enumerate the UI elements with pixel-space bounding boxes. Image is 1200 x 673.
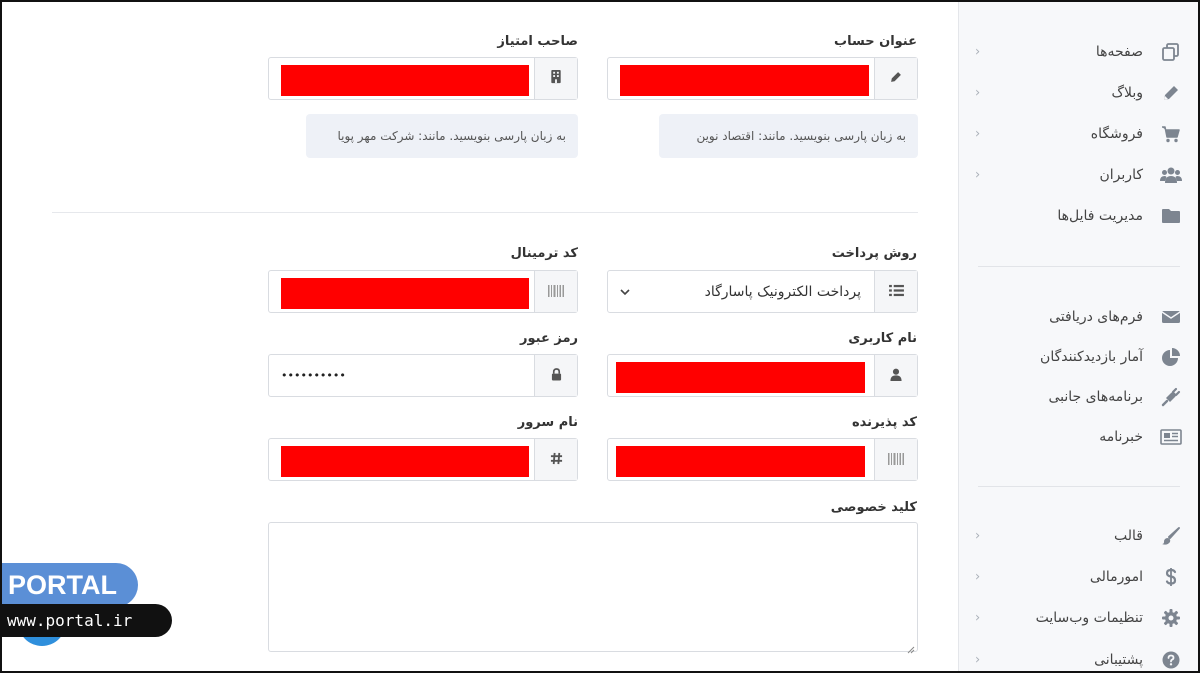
terminal-code-label: کد ترمینال xyxy=(510,246,578,261)
sidebar-item-label: قالب xyxy=(1114,528,1143,544)
server-name-addon xyxy=(534,439,577,480)
payment-method-select[interactable]: پرداخت الکترونیک پاسارگاد xyxy=(607,270,918,313)
pie-chart-icon xyxy=(1160,346,1182,368)
payment-method-value: پرداخت الکترونیک پاسارگاد xyxy=(704,283,861,300)
lock-icon xyxy=(551,366,562,385)
watermark-url: www.portal.ir xyxy=(0,604,172,637)
account-title-addon xyxy=(874,58,917,99)
sidebar-item-label: فروشگاه xyxy=(1090,126,1143,142)
username-addon xyxy=(874,355,917,396)
section-divider xyxy=(52,212,918,213)
merchant-code-addon xyxy=(874,439,917,480)
chevron-icon: › xyxy=(975,126,981,142)
folder-icon xyxy=(1160,205,1182,227)
password-addon xyxy=(534,355,577,396)
sidebar-item-finance[interactable]: › امورمالی xyxy=(959,557,1200,597)
sidebar-item-forms[interactable]: فرم‌های دریافتی xyxy=(959,297,1200,337)
username-input[interactable] xyxy=(607,354,918,397)
sidebar-item-label: فرم‌های دریافتی xyxy=(1049,309,1143,325)
server-name-label: نام سرور xyxy=(517,415,578,430)
barcode-icon xyxy=(548,282,564,301)
license-owner-hint: به زبان پارسی بنویسید. مانند: شرکت مهر پ… xyxy=(306,114,578,158)
sidebar-item-label: خبرنامه xyxy=(1099,429,1143,445)
question-icon xyxy=(1160,649,1182,671)
sidebar-item-support[interactable]: › پشتیبانی xyxy=(959,640,1200,673)
chevron-icon: › xyxy=(975,167,981,183)
redacted-value xyxy=(620,65,869,96)
password-label: رمز عبور xyxy=(520,331,578,346)
redacted-value xyxy=(616,446,865,477)
resize-handle-icon[interactable] xyxy=(905,639,915,654)
account-title-label: عنوان حساب xyxy=(834,34,917,49)
license-owner-input[interactable] xyxy=(268,57,578,100)
sidebar-divider xyxy=(978,266,1180,267)
sidebar-item-label: کاربران xyxy=(1099,167,1143,183)
sidebar-item-label: تنظیمات وب‌سایت xyxy=(1035,610,1143,626)
sidebar-item-label: برنامه‌های جانبی xyxy=(1048,389,1143,405)
private-key-label: کلید خصوصی xyxy=(830,500,917,515)
sidebar: › صفحه‌ها › وبلاگ › فروشگاه › کاربران مد… xyxy=(958,0,1200,673)
sidebar-item-blog[interactable]: › وبلاگ xyxy=(959,73,1200,113)
pencil-icon xyxy=(889,69,903,88)
list-icon xyxy=(888,282,904,301)
redacted-value xyxy=(281,446,529,477)
chevron-down-icon xyxy=(620,285,630,299)
chevron-icon: › xyxy=(975,569,981,585)
cart-icon xyxy=(1160,123,1182,145)
password-input[interactable]: •••••••••• xyxy=(268,354,578,397)
hash-icon xyxy=(550,450,563,469)
password-value: •••••••••• xyxy=(281,369,346,382)
sidebar-item-file-manager[interactable]: مدیریت فایل‌ها xyxy=(959,196,1200,236)
sidebar-item-label: امورمالی xyxy=(1089,569,1143,585)
server-name-input[interactable] xyxy=(268,438,578,481)
plug-icon xyxy=(1160,386,1182,408)
pages-icon xyxy=(1160,41,1182,63)
username-label: نام کاربری xyxy=(848,331,917,346)
sidebar-item-label: پشتیبانی xyxy=(1094,652,1143,668)
chevron-icon: › xyxy=(975,652,981,668)
account-title-input[interactable] xyxy=(607,57,918,100)
sidebar-item-plugins[interactable]: برنامه‌های جانبی xyxy=(959,377,1200,417)
redacted-value xyxy=(281,65,529,96)
brush-icon xyxy=(1160,525,1182,547)
building-icon xyxy=(550,69,562,88)
sidebar-item-visitor-stats[interactable]: آمار بازدیدکنندگان xyxy=(959,337,1200,377)
watermark-brand: PORTAL xyxy=(0,563,138,607)
account-title-hint: به زبان پارسی بنویسید. مانند: اقتصاد نوی… xyxy=(659,114,918,158)
license-owner-label: صاحب امتیاز xyxy=(497,34,578,49)
chevron-icon: › xyxy=(975,610,981,626)
sidebar-item-label: آمار بازدیدکنندگان xyxy=(1040,349,1143,365)
sidebar-divider xyxy=(978,486,1180,487)
envelope-icon xyxy=(1160,306,1182,328)
sidebar-item-shop[interactable]: › فروشگاه xyxy=(959,114,1200,154)
newspaper-icon xyxy=(1160,426,1182,448)
sidebar-item-theme[interactable]: › قالب xyxy=(959,516,1200,556)
payment-method-label: روش پرداخت xyxy=(831,246,917,261)
sidebar-item-newsletter[interactable]: خبرنامه xyxy=(959,417,1200,457)
chevron-icon: › xyxy=(975,528,981,544)
sidebar-item-label: وبلاگ xyxy=(1111,85,1143,101)
merchant-code-label: کد پذیرنده xyxy=(851,415,917,430)
terminal-code-input[interactable] xyxy=(268,270,578,313)
sidebar-item-site-settings[interactable]: › تنظیمات وب‌سایت xyxy=(959,598,1200,638)
user-icon xyxy=(890,366,902,385)
payment-method-addon xyxy=(874,271,917,312)
pencil-icon xyxy=(1160,82,1182,104)
sidebar-item-pages[interactable]: › صفحه‌ها xyxy=(959,32,1200,72)
dollar-icon xyxy=(1160,566,1182,588)
barcode-icon xyxy=(888,450,904,469)
redacted-value xyxy=(616,362,865,393)
private-key-textarea[interactable] xyxy=(268,522,918,654)
redacted-value xyxy=(281,278,529,309)
gear-icon xyxy=(1160,607,1182,629)
chevron-icon: › xyxy=(975,85,981,101)
merchant-code-input[interactable] xyxy=(607,438,918,481)
chevron-icon: › xyxy=(975,44,981,60)
users-icon xyxy=(1160,164,1182,186)
sidebar-item-users[interactable]: › کاربران xyxy=(959,155,1200,195)
sidebar-item-label: مدیریت فایل‌ها xyxy=(1057,208,1143,224)
license-owner-addon xyxy=(534,58,577,99)
terminal-code-addon xyxy=(534,271,577,312)
sidebar-item-label: صفحه‌ها xyxy=(1095,44,1143,60)
